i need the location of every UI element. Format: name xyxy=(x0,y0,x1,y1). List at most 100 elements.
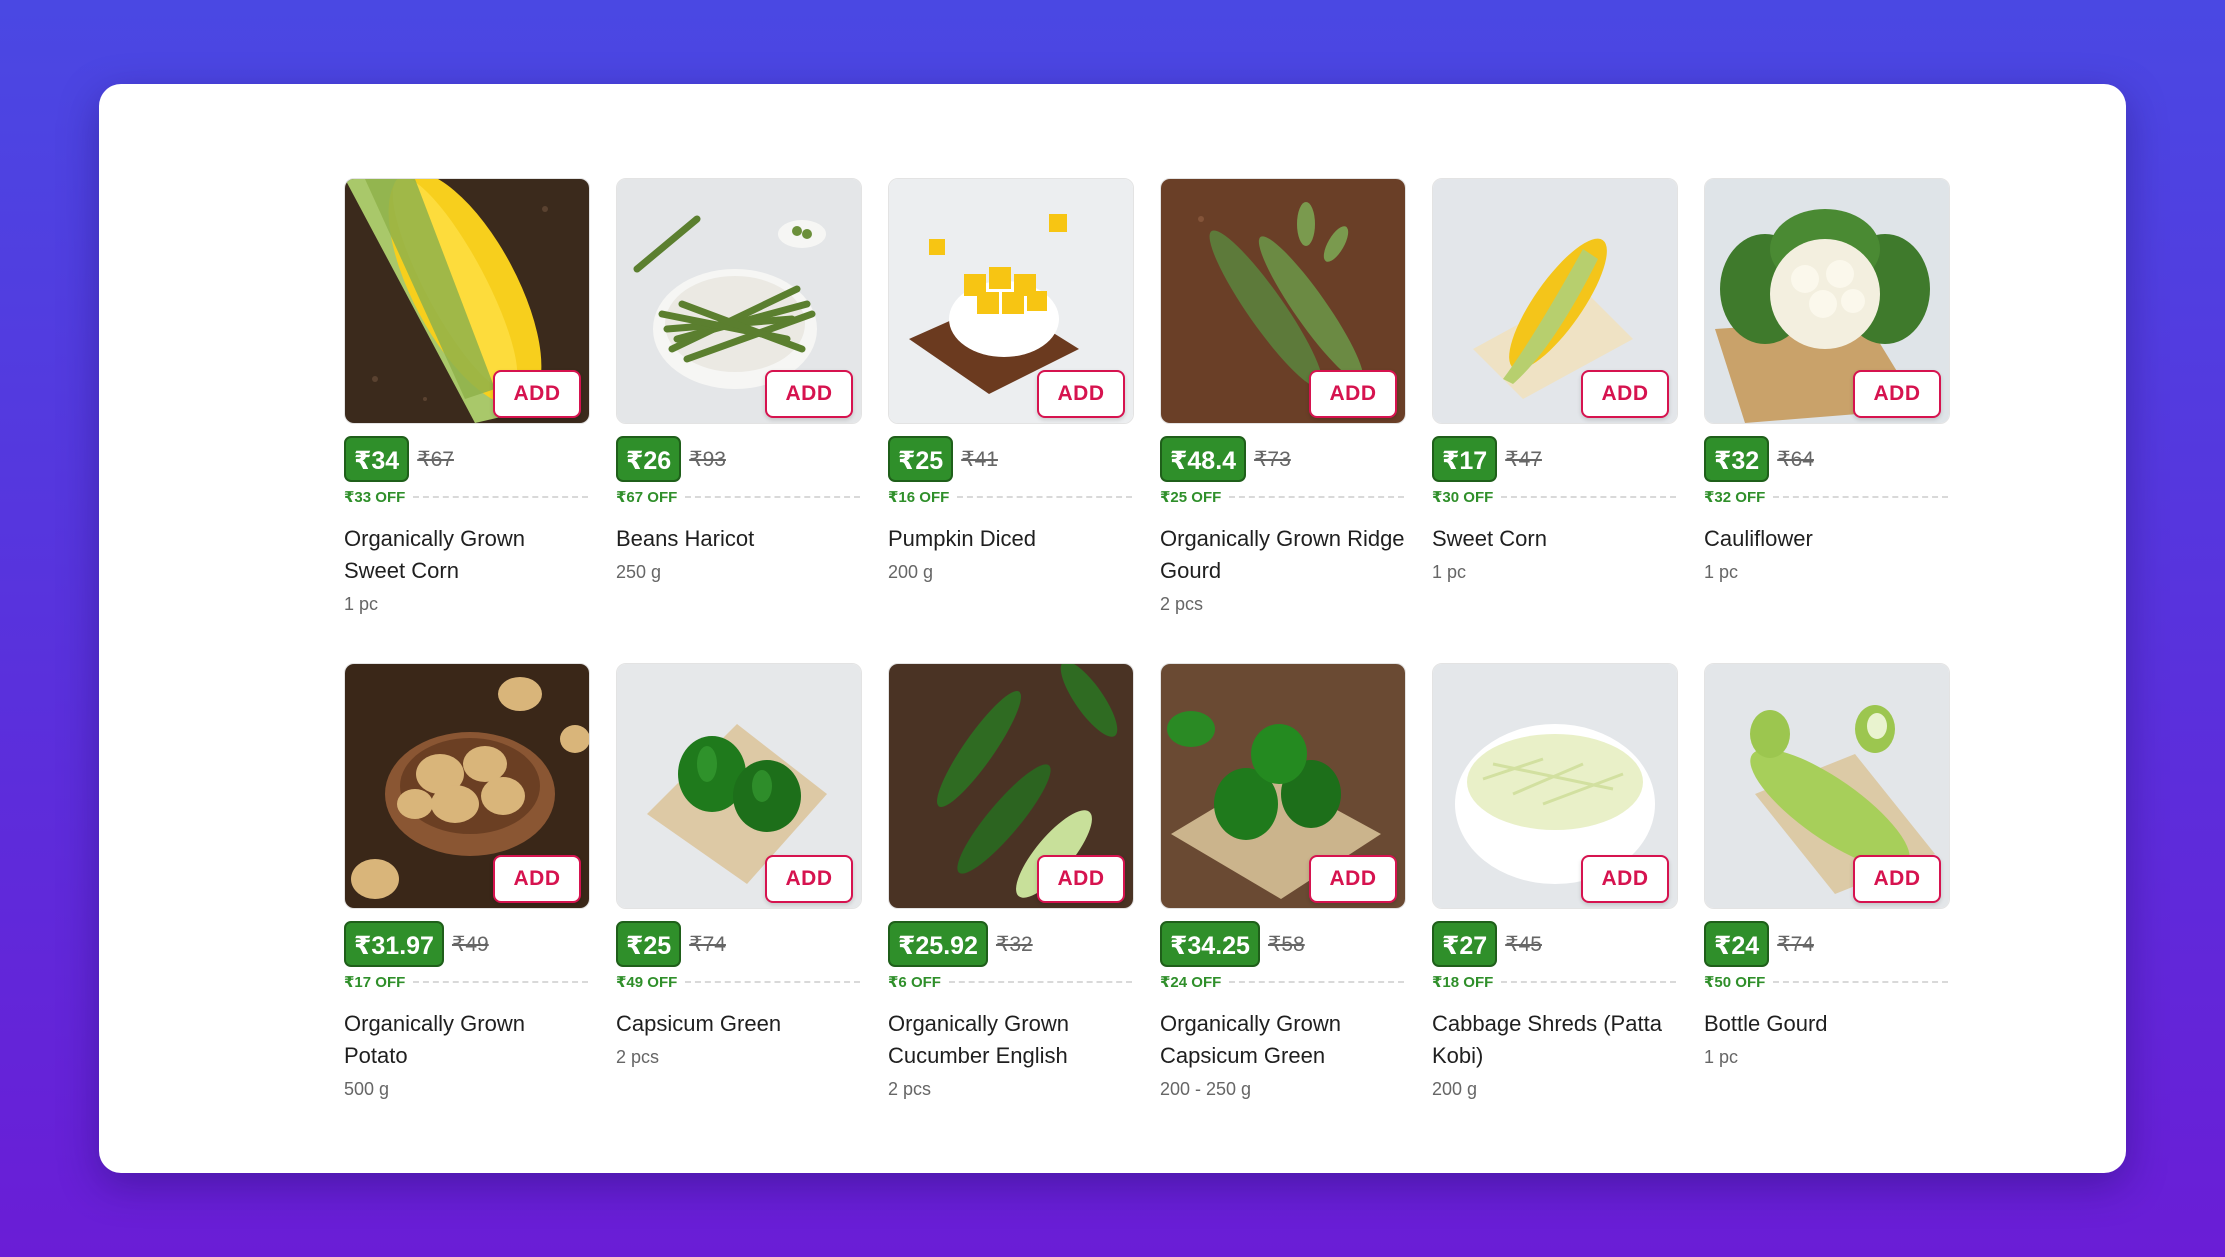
product-image[interactable]: ADD xyxy=(888,178,1134,424)
price-row: ₹27 ₹45 xyxy=(1432,920,1678,968)
dashed-divider xyxy=(1773,496,1948,498)
discount-row: ₹33 OFF xyxy=(344,488,590,506)
dashed-divider xyxy=(413,496,588,498)
product-image[interactable]: ADD xyxy=(1432,178,1678,424)
mrp-price: ₹47 xyxy=(1505,447,1542,471)
mrp-price: ₹58 xyxy=(1267,932,1305,956)
product-image[interactable]: ADD xyxy=(1160,178,1406,424)
discount-label: ₹24 OFF xyxy=(1160,974,1222,991)
add-button[interactable]: ADD xyxy=(1037,370,1125,418)
product-quantity: 200 g xyxy=(1432,1079,1478,1099)
price-badge: ₹25 xyxy=(888,436,954,482)
add-button[interactable]: ADD xyxy=(1581,370,1669,418)
dashed-divider xyxy=(685,981,860,983)
product-name[interactable]: Beans Haricot xyxy=(616,523,862,555)
product-quantity: 250 g xyxy=(616,562,662,582)
product-card[interactable]: ADD ₹25.92 ₹32 ₹6 OFF Organically Grown … xyxy=(888,663,1134,1133)
product-panel: ADD ₹34 ₹67 ₹33 OFF Organically Grown Sw… xyxy=(99,84,2126,1173)
dashed-divider xyxy=(1501,496,1676,498)
product-image[interactable]: ADD xyxy=(344,178,590,424)
product-card[interactable]: ADD ₹32 ₹64 ₹32 OFF Cauliflower 1 pc xyxy=(1704,178,1950,648)
discount-label: ₹16 OFF xyxy=(888,489,950,506)
discount-row: ₹6 OFF xyxy=(888,973,1134,991)
product-grid: ADD ₹34 ₹67 ₹33 OFF Organically Grown Sw… xyxy=(344,178,1950,1133)
product-name[interactable]: Organically Grown Cucumber English xyxy=(888,1008,1134,1072)
add-button[interactable]: ADD xyxy=(1581,855,1669,903)
add-button[interactable]: ADD xyxy=(1309,370,1397,418)
product-name[interactable]: Cauliflower xyxy=(1704,523,1950,555)
add-button[interactable]: ADD xyxy=(1309,855,1397,903)
product-name[interactable]: Bottle Gourd xyxy=(1704,1008,1950,1040)
price-badge: ₹24 xyxy=(1704,921,1770,967)
discount-row: ₹16 OFF xyxy=(888,488,1134,506)
product-name[interactable]: Sweet Corn xyxy=(1432,523,1678,555)
product-card[interactable]: ADD ₹24 ₹74 ₹50 OFF Bottle Gourd 1 pc xyxy=(1704,663,1950,1133)
mrp-price: ₹45 xyxy=(1505,932,1542,956)
mrp-price: ₹93 xyxy=(689,447,726,471)
product-image[interactable]: ADD xyxy=(616,663,862,909)
add-button[interactable]: ADD xyxy=(493,855,581,903)
product-quantity: 200 - 250 g xyxy=(1160,1079,1252,1099)
product-card[interactable]: ADD ₹34.25 ₹58 ₹24 OFF Organically Grown… xyxy=(1160,663,1406,1133)
add-button[interactable]: ADD xyxy=(493,370,581,418)
product-card[interactable]: ADD ₹27 ₹45 ₹18 OFF Cabbage Shreds (Patt… xyxy=(1432,663,1678,1133)
dashed-divider xyxy=(1501,981,1676,983)
product-image[interactable]: ADD xyxy=(888,663,1134,909)
discount-row: ₹50 OFF xyxy=(1704,973,1950,991)
dashed-divider xyxy=(685,496,860,498)
discount-row: ₹49 OFF xyxy=(616,973,862,991)
product-image[interactable]: ADD xyxy=(1704,663,1950,909)
product-card[interactable]: ADD ₹25 ₹74 ₹49 OFF Capsicum Green 2 pcs xyxy=(616,663,862,1133)
price-badge: ₹48.4 xyxy=(1160,436,1247,482)
dashed-divider xyxy=(413,981,588,983)
add-button[interactable]: ADD xyxy=(1853,855,1941,903)
product-name[interactable]: Capsicum Green xyxy=(616,1008,862,1040)
dashed-divider xyxy=(1229,496,1404,498)
product-image[interactable]: ADD xyxy=(344,663,590,909)
discount-label: ₹17 OFF xyxy=(344,974,406,991)
price-badge: ₹25.92 xyxy=(888,921,988,967)
price-badge: ₹34 xyxy=(344,436,410,482)
product-card[interactable]: ADD ₹34 ₹67 ₹33 OFF Organically Grown Sw… xyxy=(344,178,590,648)
discount-row: ₹67 OFF xyxy=(616,488,862,506)
mrp-price: ₹73 xyxy=(1254,447,1291,471)
product-image[interactable]: ADD xyxy=(1432,663,1678,909)
discount-label: ₹50 OFF xyxy=(1704,974,1766,991)
product-name[interactable]: Organically Grown Capsicum Green xyxy=(1160,1008,1406,1072)
product-image[interactable]: ADD xyxy=(616,178,862,424)
add-button[interactable]: ADD xyxy=(765,370,853,418)
discount-label: ₹25 OFF xyxy=(1160,489,1222,506)
product-image[interactable]: ADD xyxy=(1160,663,1406,909)
product-card[interactable]: ADD ₹17 ₹47 ₹30 OFF Sweet Corn 1 pc xyxy=(1432,178,1678,648)
price-badge: ₹25 xyxy=(616,921,682,967)
price-row: ₹48.4 ₹73 xyxy=(1160,435,1406,483)
add-button[interactable]: ADD xyxy=(1037,855,1125,903)
add-button[interactable]: ADD xyxy=(765,855,853,903)
dashed-divider xyxy=(948,981,1132,983)
product-name[interactable]: Organically Grown Sweet Corn xyxy=(344,523,590,587)
product-name[interactable]: Pumpkin Diced xyxy=(888,523,1134,555)
product-card[interactable]: ADD ₹25 ₹41 ₹16 OFF Pumpkin Diced 200 g xyxy=(888,178,1134,648)
price-badge: ₹32 xyxy=(1704,436,1770,482)
product-name[interactable]: Cabbage Shreds (Patta Kobi) xyxy=(1432,1008,1678,1072)
mrp-price: ₹49 xyxy=(451,932,489,956)
dashed-divider xyxy=(957,496,1132,498)
mrp-price: ₹64 xyxy=(1777,447,1814,471)
price-badge: ₹34.25 xyxy=(1160,921,1260,967)
product-name[interactable]: Organically Grown Potato xyxy=(344,1008,590,1072)
price-row: ₹25.92 ₹32 xyxy=(888,920,1134,968)
product-card[interactable]: ADD ₹48.4 ₹73 ₹25 OFF Organically Grown … xyxy=(1160,178,1406,648)
product-card[interactable]: ADD ₹31.97 ₹49 ₹17 OFF Organically Grown… xyxy=(344,663,590,1133)
discount-label: ₹18 OFF xyxy=(1432,974,1494,991)
price-badge: ₹26 xyxy=(616,436,682,482)
product-card[interactable]: ADD ₹26 ₹93 ₹67 OFF Beans Haricot 250 g xyxy=(616,178,862,648)
product-quantity: 1 pc xyxy=(1704,1047,1739,1067)
price-row: ₹24 ₹74 xyxy=(1704,920,1950,968)
price-row: ₹26 ₹93 xyxy=(616,435,862,483)
product-image[interactable]: ADD xyxy=(1704,178,1950,424)
add-button[interactable]: ADD xyxy=(1853,370,1941,418)
product-name[interactable]: Organically Grown Ridge Gourd xyxy=(1160,523,1406,587)
mrp-price: ₹67 xyxy=(417,447,454,471)
discount-label: ₹6 OFF xyxy=(888,974,941,991)
mrp-price: ₹41 xyxy=(961,447,998,471)
